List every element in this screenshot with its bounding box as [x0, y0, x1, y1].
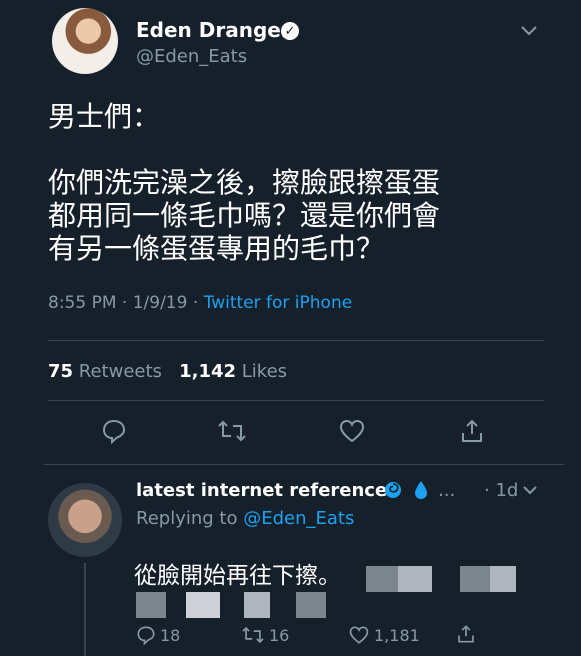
reply-retweets-count: 16 [269, 625, 290, 645]
name-ellipsis: ... [438, 480, 456, 501]
heart-icon [349, 626, 369, 644]
reply-bubble-icon [137, 626, 155, 645]
obscured-block [366, 566, 398, 592]
likes-stat[interactable]: 1,142 Likes [179, 361, 287, 382]
share-icon [458, 625, 474, 643]
reply-timestamp[interactable]: · 1d [484, 480, 518, 501]
obscured-block [398, 566, 432, 592]
obscured-block [244, 592, 270, 618]
engagement-counts: 75 Retweets 1,142 Likes [48, 361, 287, 382]
tweet-meta: 8:55 PM · 1/9/19 · Twitter for iPhone [48, 293, 352, 313]
retweet-icon[interactable] [216, 418, 248, 450]
obscured-block [296, 592, 326, 618]
reply-like-action[interactable]: 1,181 [348, 625, 420, 645]
reply-replies-count: 18 [160, 625, 181, 645]
divider [48, 400, 544, 401]
reply-retweet-action[interactable]: 16 [241, 625, 289, 645]
heart-icon[interactable] [336, 418, 368, 450]
chevron-down-icon[interactable] [523, 480, 537, 499]
replying-to: Replying to @Eden_Eats [136, 508, 354, 529]
chevron-down-icon[interactable] [521, 20, 537, 41]
retweets-label: Retweets [73, 361, 162, 382]
obscured-block [460, 566, 490, 592]
tweet-source[interactable]: Twitter for iPhone [204, 293, 353, 313]
reply-text: 從臉開始再往下擦。 [134, 563, 341, 589]
author-handle[interactable]: @Eden_Eats [136, 46, 247, 67]
verified-check-icon: ✓ [281, 22, 299, 40]
droplet-emoji-icon [414, 480, 428, 505]
tweet-text: 男士們： 你們洗完澡之後，擦臉跟擦蛋蛋 都用同一條毛巾嗎？還是你們會 有另一條蛋… [48, 100, 441, 265]
reply-share-action[interactable] [456, 624, 476, 644]
obscured-block [490, 566, 516, 592]
author-avatar[interactable] [52, 8, 118, 74]
obscured-block [186, 592, 220, 618]
reply-likes-count: 1,181 [374, 625, 420, 645]
obscured-block [136, 592, 166, 618]
author-name[interactable]: Eden Dranger [136, 18, 291, 42]
divider [44, 464, 564, 465]
retweet-icon [242, 626, 264, 644]
share-icon[interactable] [456, 418, 488, 450]
reply-author-name[interactable]: latest internet reference [136, 480, 387, 501]
thread-line [84, 563, 86, 656]
replying-handle[interactable]: @Eden_Eats [243, 508, 354, 529]
reply-author-avatar[interactable] [48, 483, 122, 557]
reply-reply-action[interactable]: 18 [136, 625, 180, 645]
divider [48, 340, 544, 341]
reply-bubble-icon[interactable] [98, 418, 130, 450]
retweets-stat[interactable]: 75 Retweets [48, 361, 162, 382]
likes-count: 1,142 [179, 361, 237, 382]
likes-label: Likes [236, 361, 288, 382]
retweets-count: 75 [48, 361, 74, 382]
cyclone-emoji-icon [383, 480, 403, 505]
replying-prefix: Replying to [136, 508, 244, 529]
tweet-timestamp[interactable]: 8:55 PM · 1/9/19 · [48, 293, 204, 313]
